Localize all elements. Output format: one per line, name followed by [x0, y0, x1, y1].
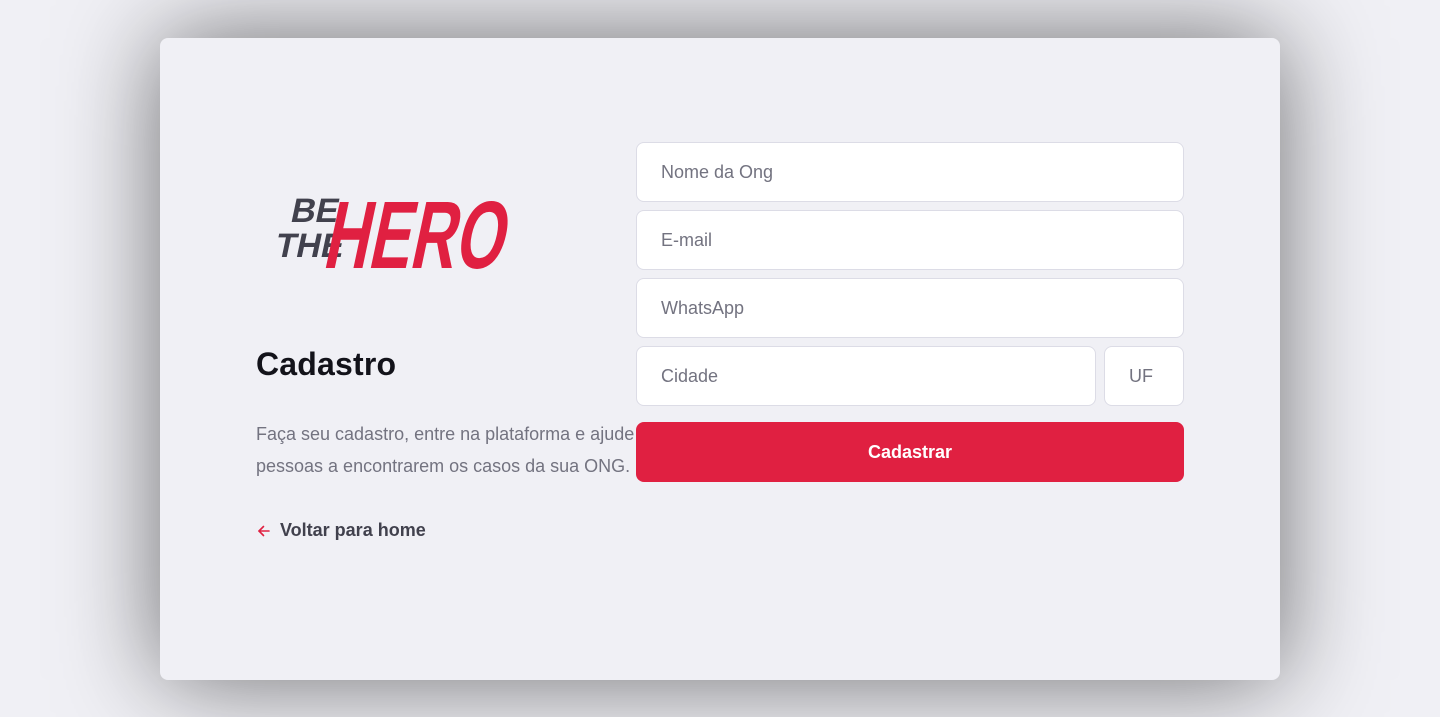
back-to-home-link[interactable]: Voltar para home	[256, 520, 426, 541]
page-title: Cadastro	[256, 346, 397, 382]
back-link-label: Voltar para home	[280, 520, 426, 540]
location-row	[636, 346, 1184, 414]
page-description: Faça seu cadastro, entre na plataforma e…	[256, 424, 635, 476]
register-card: BE THE HERO Cadastro Faça seu cadastro, …	[160, 38, 1280, 680]
uf-input[interactable]	[1104, 346, 1184, 406]
city-input[interactable]	[636, 346, 1096, 406]
register-intro: BE THE HERO Cadastro Faça seu cadastro, …	[256, 38, 636, 680]
register-submit-button[interactable]: Cadastrar	[636, 422, 1184, 482]
ong-name-input[interactable]	[636, 142, 1184, 202]
logo-word-hero: HERO	[317, 181, 510, 284]
register-form: Cadastrar	[636, 142, 1184, 482]
email-input[interactable]	[636, 210, 1184, 270]
arrow-left-icon	[258, 525, 270, 536]
whatsapp-input[interactable]	[636, 278, 1184, 338]
be-the-hero-logo: BE THE HERO	[256, 172, 510, 284]
